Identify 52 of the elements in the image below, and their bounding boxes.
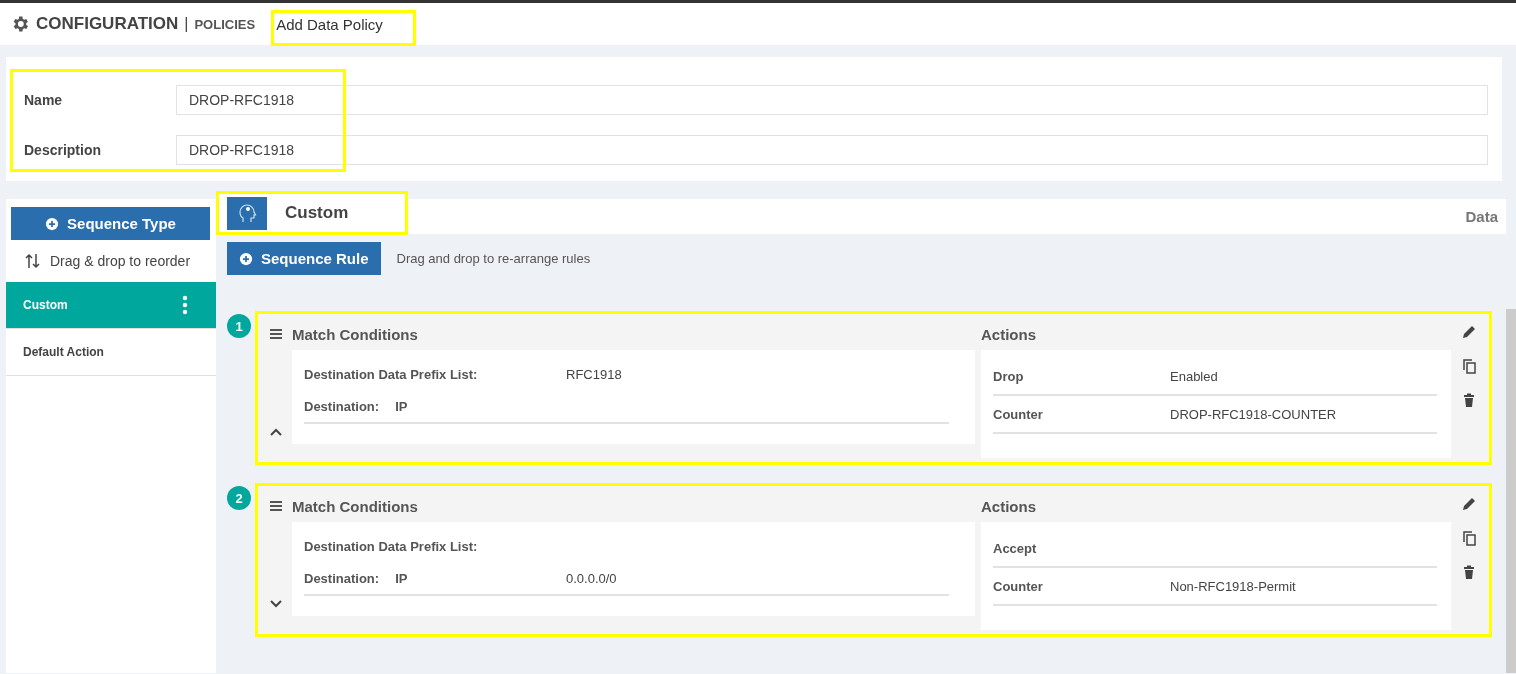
section-title: POLICIES (194, 16, 256, 32)
condition-field: IP (395, 570, 408, 586)
action-label: Counter (993, 406, 1044, 422)
field-label: Name (23, 92, 64, 108)
delete-icon[interactable] (1461, 564, 1477, 580)
copy-icon[interactable] (1461, 530, 1477, 546)
chevron-up-icon[interactable] (270, 428, 282, 436)
input-field[interactable]: DROP-RFC1918 (176, 135, 1488, 165)
edit-icon[interactable] (1461, 324, 1477, 340)
sort-arrows-icon (24, 252, 42, 270)
plus-circle-icon (239, 251, 253, 266)
match-conditions-title: Match Conditions (292, 497, 418, 515)
page-title: CONFIGURATION (36, 14, 179, 34)
scrollbar[interactable] (1506, 309, 1516, 673)
drag-handle-icon[interactable] (270, 501, 282, 511)
condition-label: Destination Data Prefix List: (304, 538, 478, 554)
title-separator: | (184, 15, 189, 33)
match-conditions-title: Match Conditions (292, 325, 418, 343)
drag-handle-icon[interactable] (270, 329, 282, 339)
policy-label: Data (1465, 208, 1498, 225)
head-profile-icon (227, 196, 267, 230)
rule-number-badge: 1 (227, 314, 251, 338)
copy-icon[interactable] (1461, 358, 1477, 374)
sequence-rule-button[interactable]: Sequence Rule (227, 242, 381, 275)
actions-title: Actions (981, 325, 1036, 343)
condition-label: Destination: (304, 570, 380, 586)
plus-circle-icon (45, 216, 60, 231)
input-field[interactable]: DROP-RFC1918 (176, 85, 1488, 115)
actions-title: Actions (981, 497, 1036, 515)
action-value: Enabled (1170, 368, 1218, 384)
condition-label: Destination: (304, 398, 380, 414)
action-value: Non-RFC1918-Permit (1170, 578, 1296, 594)
field-label: Description (23, 142, 102, 158)
action-label: Accept (993, 540, 1038, 556)
sidebar-item[interactable]: Default Action (6, 329, 216, 376)
action-label: Drop (993, 368, 1025, 384)
delete-icon[interactable] (1461, 392, 1477, 408)
condition-value: RFC1918 (566, 366, 622, 382)
condition-label: Destination Data Prefix List: (304, 366, 478, 382)
condition-value: 0.0.0.0/0 (566, 570, 617, 586)
rearrange-hint: Drag and drop to re-arrange rules (396, 251, 591, 266)
action-value: DROP-RFC1918-COUNTER (1170, 406, 1337, 422)
action-label: Counter (993, 578, 1044, 594)
page-subtitle: Add Data Policy (271, 10, 416, 46)
more-icon[interactable] (182, 295, 188, 315)
chevron-down-icon[interactable] (270, 600, 282, 608)
reorder-hint: Drag & drop to reorder (50, 253, 191, 269)
sequence-type-button[interactable]: Sequence Type (11, 207, 210, 240)
condition-field: IP (395, 398, 408, 414)
policy-type-title: Custom (285, 203, 349, 223)
edit-icon[interactable] (1461, 496, 1477, 512)
rule-number-badge: 2 (227, 486, 251, 510)
